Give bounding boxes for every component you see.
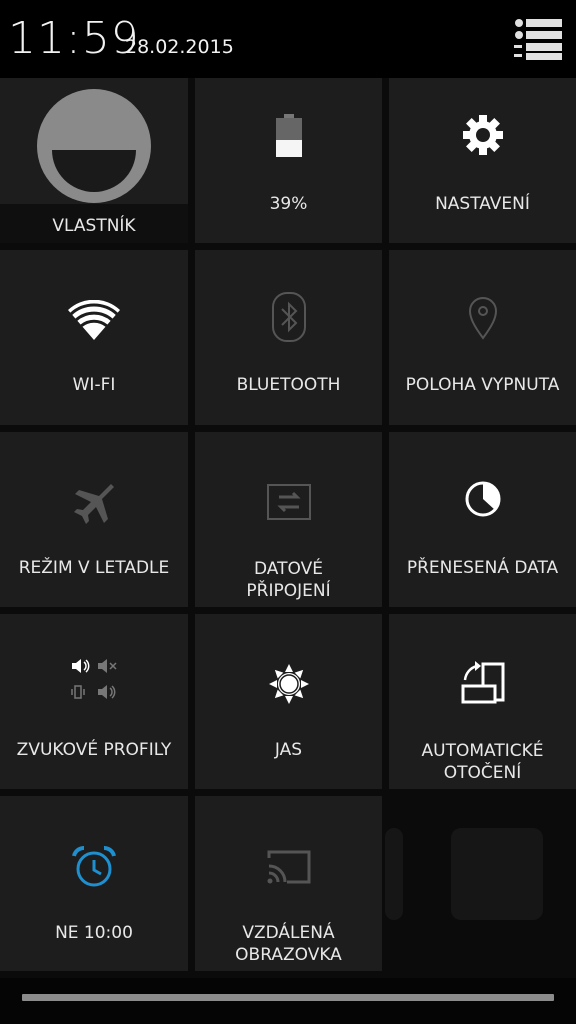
quick-settings-grid: VLASTNÍK 39% NASTAVENÍ WI-FI BLUETOOTH P… <box>0 78 576 978</box>
tile-data-usage-label: PŘENESENÁ DATA <box>406 558 559 578</box>
tile-battery-label: 39% <box>269 194 308 214</box>
tile-location-label: POLOHA VYPNUTA <box>405 375 560 395</box>
battery-icon <box>275 114 303 158</box>
tile-wifi[interactable]: WI-FI <box>0 250 188 425</box>
tile-airplane[interactable]: REŽIM V LETADLE <box>0 432 188 607</box>
tile-battery[interactable]: 39% <box>195 78 382 243</box>
status-bar: 11:59 28.02.2015 <box>0 0 576 78</box>
tile-alarm-label: NE 10:00 <box>55 923 133 943</box>
panel-drag-handle[interactable] <box>22 994 554 1001</box>
background-app-icon <box>451 828 543 920</box>
cast-screen-icon <box>265 848 313 886</box>
tile-sound-profiles-label: ZVUKOVÉ PROFILY <box>16 740 172 760</box>
tile-auto-rotate[interactable]: AUTOMATICKÉ OTOČENÍ <box>389 614 576 789</box>
tile-settings[interactable]: NASTAVENÍ <box>389 78 576 243</box>
tile-bluetooth[interactable]: BLUETOOTH <box>195 250 382 425</box>
tile-airplane-label: REŽIM V LETADLE <box>18 558 170 578</box>
tile-bluetooth-label: BLUETOOTH <box>236 375 341 395</box>
gear-icon <box>462 114 504 156</box>
tile-location[interactable]: POLOHA VYPNUTA <box>389 250 576 425</box>
tile-wifi-label: WI-FI <box>72 375 116 395</box>
bluetooth-icon <box>271 292 307 342</box>
tile-auto-rotate-label: AUTOMATICKÉ OTOČENÍ <box>421 741 544 783</box>
sound-profiles-icon <box>70 658 118 702</box>
auto-rotate-icon <box>459 660 507 706</box>
tile-mobile-data-label: DATOVÉ PŘIPOJENÍ <box>246 559 331 601</box>
tile-owner[interactable]: VLASTNÍK <box>0 78 188 243</box>
airplane-icon <box>71 480 117 526</box>
tile-brightness[interactable]: JAS <box>195 614 382 789</box>
tile-mobile-data[interactable]: DATOVÉ PŘIPOJENÍ <box>195 432 382 607</box>
tile-owner-label: VLASTNÍK <box>52 216 136 236</box>
tile-cast-screen-label: VZDÁLENÁ OBRAZOVKA <box>235 923 342 965</box>
tile-brightness-label: JAS <box>274 740 303 760</box>
tile-cast-screen[interactable]: VZDÁLENÁ OBRAZOVKA <box>195 796 382 971</box>
user-avatar-icon <box>36 88 152 204</box>
data-transfer-icon <box>266 484 311 520</box>
tile-settings-label: NASTAVENÍ <box>435 194 530 214</box>
status-date: 28.02.2015 <box>125 36 234 58</box>
quick-settings-list-icon[interactable] <box>512 18 564 60</box>
tile-alarm[interactable]: NE 10:00 <box>0 796 188 971</box>
alarm-clock-icon <box>72 846 116 888</box>
background-app-icon <box>385 828 403 920</box>
status-clock: 11:59 <box>8 13 140 64</box>
data-usage-icon <box>464 480 502 518</box>
wifi-icon <box>68 300 120 340</box>
brightness-icon <box>268 664 309 704</box>
location-pin-icon <box>468 296 498 340</box>
tile-data-usage[interactable]: PŘENESENÁ DATA <box>389 432 576 607</box>
tile-sound-profiles[interactable]: ZVUKOVÉ PROFILY <box>0 614 188 789</box>
